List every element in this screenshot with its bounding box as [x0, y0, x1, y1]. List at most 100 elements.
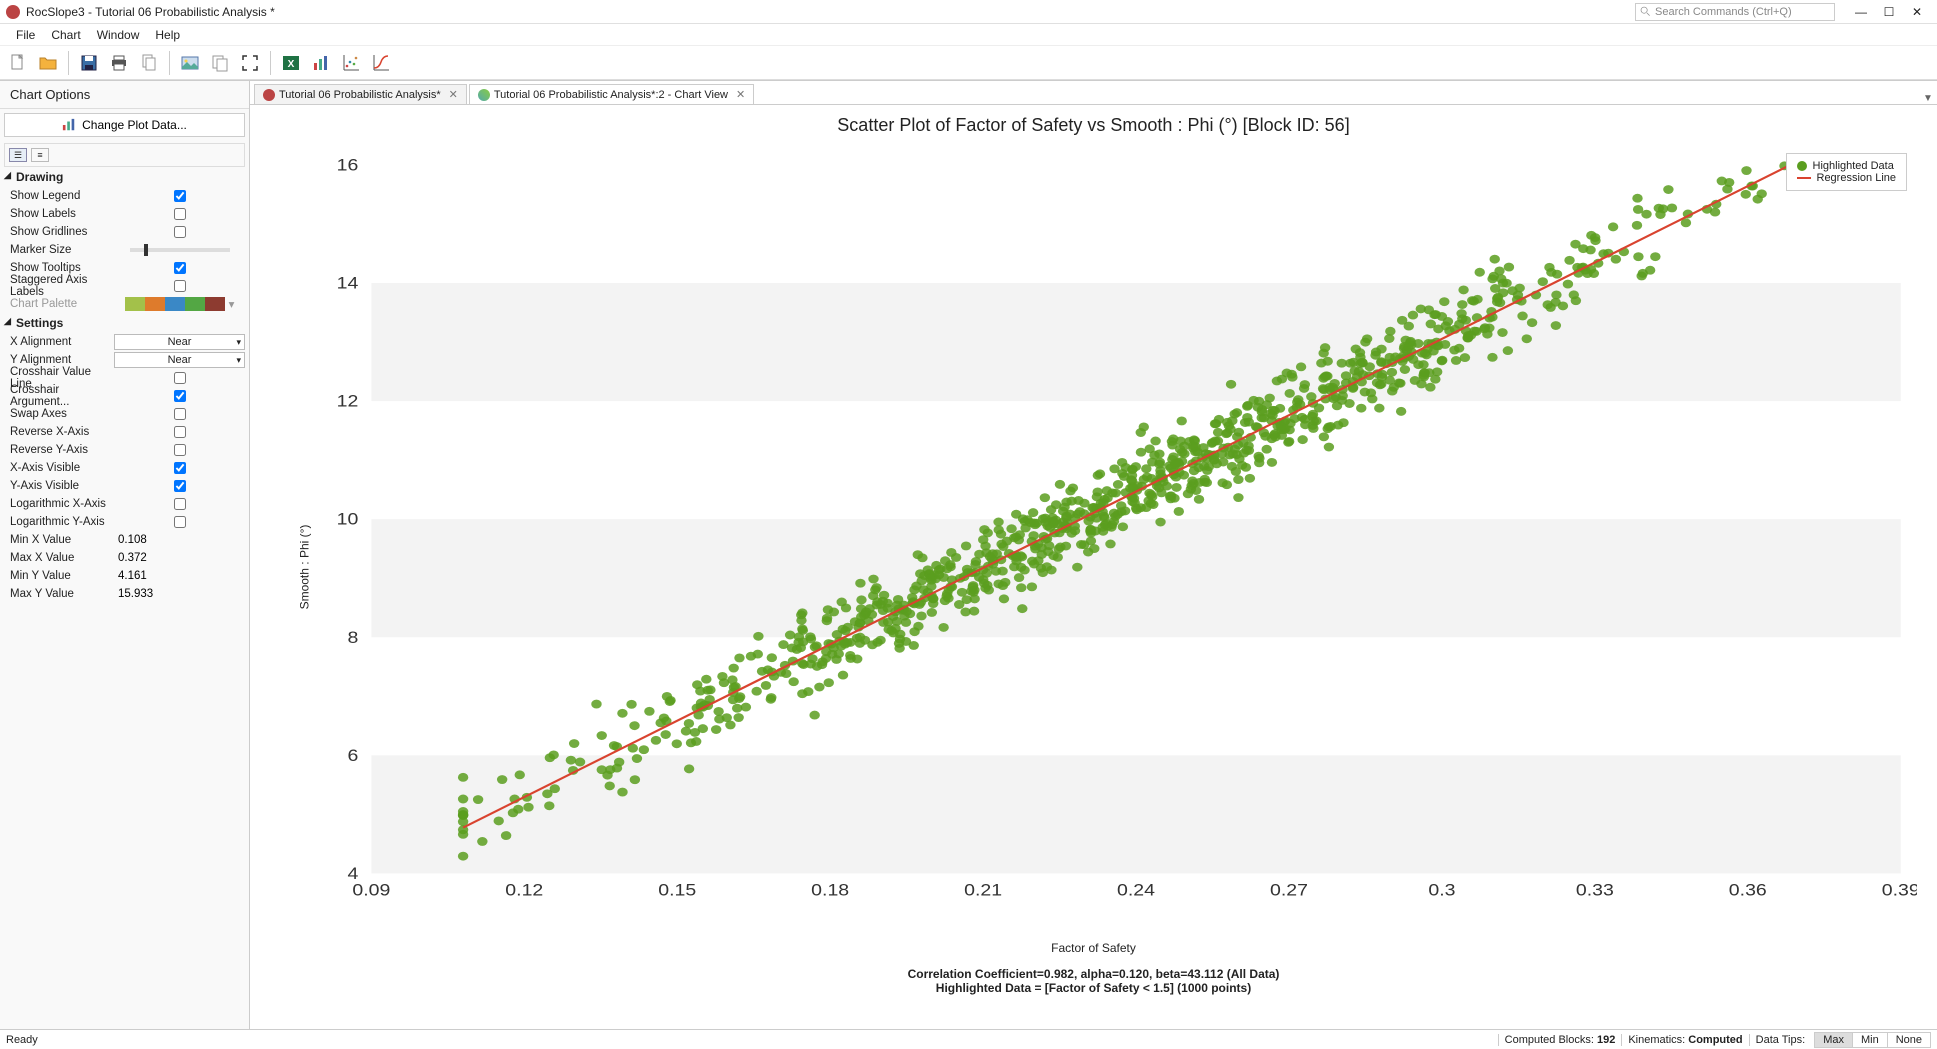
row-marker-size: Marker Size	[4, 241, 245, 259]
document-tabs: Tutorial 06 Probabilistic Analysis* ✕ Tu…	[250, 81, 1937, 105]
show-labels-checkbox[interactable]	[174, 208, 186, 220]
menu-help[interactable]: Help	[147, 28, 188, 42]
row-show-gridlines: Show Gridlines	[4, 223, 245, 241]
show-tooltips-checkbox[interactable]	[174, 262, 186, 274]
fullscreen-button[interactable]	[236, 49, 264, 77]
close-button[interactable]: ✕	[1903, 5, 1931, 19]
max-y-input[interactable]	[114, 587, 245, 601]
crosshair-argument-checkbox[interactable]	[174, 390, 186, 402]
chart-legend: Highlighted Data Regression Line	[1786, 153, 1908, 191]
bar-chart-button[interactable]	[307, 49, 335, 77]
svg-text:0.24: 0.24	[1117, 881, 1155, 899]
row-log-x: Logarithmic X-Axis	[4, 495, 245, 513]
scatter-chart-button[interactable]	[337, 49, 365, 77]
tab-chart-view[interactable]: Tutorial 06 Probabilistic Analysis*:2 - …	[469, 84, 754, 104]
data-tips-none[interactable]: None	[1887, 1032, 1931, 1048]
min-x-input[interactable]	[114, 533, 245, 547]
bar-chart-icon	[62, 118, 76, 132]
section-settings[interactable]: Settings	[4, 313, 245, 333]
svg-text:6: 6	[347, 746, 358, 764]
cdf-chart-button[interactable]	[367, 49, 395, 77]
svg-text:X: X	[288, 59, 295, 70]
min-y-input[interactable]	[114, 569, 245, 583]
status-ready: Ready	[6, 1034, 38, 1046]
chart-options-panel: Chart Options Change Plot Data... ☰ ≡ Dr…	[0, 81, 250, 1029]
svg-text:14: 14	[337, 274, 359, 292]
menu-chart[interactable]: Chart	[43, 28, 88, 42]
svg-text:10: 10	[337, 510, 359, 528]
search-icon	[1640, 6, 1651, 17]
svg-text:0.12: 0.12	[505, 881, 543, 899]
data-tips-min[interactable]: Min	[1852, 1032, 1888, 1048]
statusbar: Ready Computed Blocks: 192 Kinematics: C…	[0, 1029, 1937, 1049]
data-tips-toggle: Max Min None	[1815, 1032, 1931, 1048]
chart-tab-icon	[478, 89, 490, 101]
y-visible-checkbox[interactable]	[174, 480, 186, 492]
svg-text:0.15: 0.15	[658, 881, 696, 899]
reverse-y-checkbox[interactable]	[174, 444, 186, 456]
change-plot-data-button[interactable]: Change Plot Data...	[4, 113, 245, 137]
row-x-align: X AlignmentNear	[4, 333, 245, 351]
status-kinematics: Kinematics: Computed	[1621, 1034, 1748, 1046]
row-show-labels: Show Labels	[4, 205, 245, 223]
swap-axes-checkbox[interactable]	[174, 408, 186, 420]
svg-text:0.39: 0.39	[1882, 881, 1917, 899]
panel-title: Chart Options	[0, 81, 249, 109]
row-min-y: Min Y Value	[4, 567, 245, 585]
show-legend-checkbox[interactable]	[174, 190, 186, 202]
svg-text:4: 4	[347, 864, 358, 882]
menu-file[interactable]: File	[8, 28, 43, 42]
data-tips-max[interactable]: Max	[1814, 1032, 1853, 1048]
x-alignment-combo[interactable]: Near	[114, 334, 245, 350]
row-crosshair-arg: Crosshair Argument...	[4, 387, 245, 405]
minimize-button[interactable]: —	[1847, 5, 1875, 19]
categorized-view-icon[interactable]: ☰	[9, 148, 27, 162]
row-min-x: Min X Value	[4, 531, 245, 549]
svg-text:12: 12	[337, 392, 359, 410]
maximize-button[interactable]: ☐	[1875, 5, 1903, 19]
row-reverse-y: Reverse Y-Axis	[4, 441, 245, 459]
tab-model[interactable]: Tutorial 06 Probabilistic Analysis* ✕	[254, 84, 467, 104]
new-file-button[interactable]	[4, 49, 32, 77]
tabs-dropdown-icon[interactable]: ▼	[1919, 93, 1937, 104]
tab-model-label: Tutorial 06 Probabilistic Analysis*	[279, 89, 441, 101]
log-y-checkbox[interactable]	[174, 516, 186, 528]
y-alignment-combo[interactable]: Near	[114, 352, 245, 368]
image-button[interactable]	[176, 49, 204, 77]
export-excel-button[interactable]: X	[277, 49, 305, 77]
property-view-toggle[interactable]: ☰ ≡	[4, 143, 245, 167]
print-button[interactable]	[105, 49, 133, 77]
open-folder-button[interactable]	[34, 49, 62, 77]
row-staggered: Staggered Axis Labels	[4, 277, 245, 295]
legend-line-icon	[1797, 177, 1811, 179]
menubar: File Chart Window Help	[0, 24, 1937, 46]
menu-window[interactable]: Window	[89, 28, 148, 42]
section-drawing[interactable]: Drawing	[4, 167, 245, 187]
search-commands-input[interactable]: Search Commands (Ctrl+Q)	[1635, 3, 1835, 21]
titlebar: RocSlope3 - Tutorial 06 Probabilistic An…	[0, 0, 1937, 24]
chart-canvas[interactable]: Scatter Plot of Factor of Safety vs Smoo…	[250, 105, 1937, 1029]
copy-button[interactable]	[135, 49, 163, 77]
marker-size-slider[interactable]	[130, 248, 230, 252]
save-button[interactable]	[75, 49, 103, 77]
max-x-input[interactable]	[114, 551, 245, 565]
legend-dot-icon	[1797, 161, 1807, 171]
row-swap-axes: Swap Axes	[4, 405, 245, 423]
log-x-checkbox[interactable]	[174, 498, 186, 510]
row-max-x: Max X Value	[4, 549, 245, 567]
crosshair-value-checkbox[interactable]	[174, 372, 186, 384]
alphabetical-view-icon[interactable]: ≡	[31, 148, 49, 162]
svg-text:0.36: 0.36	[1729, 881, 1767, 899]
chart-palette-picker[interactable]	[125, 297, 225, 311]
close-tab-icon[interactable]: ✕	[736, 88, 745, 101]
reverse-x-checkbox[interactable]	[174, 426, 186, 438]
svg-text:0.18: 0.18	[811, 881, 849, 899]
row-max-y: Max Y Value	[4, 585, 245, 603]
close-tab-icon[interactable]: ✕	[449, 88, 458, 101]
svg-text:0.27: 0.27	[1270, 881, 1308, 899]
x-visible-checkbox[interactable]	[174, 462, 186, 474]
copy-pages-button[interactable]	[206, 49, 234, 77]
staggered-checkbox[interactable]	[174, 280, 186, 292]
show-gridlines-checkbox[interactable]	[174, 226, 186, 238]
chart-caption: Correlation Coefficient=0.982, alpha=0.1…	[250, 967, 1937, 995]
